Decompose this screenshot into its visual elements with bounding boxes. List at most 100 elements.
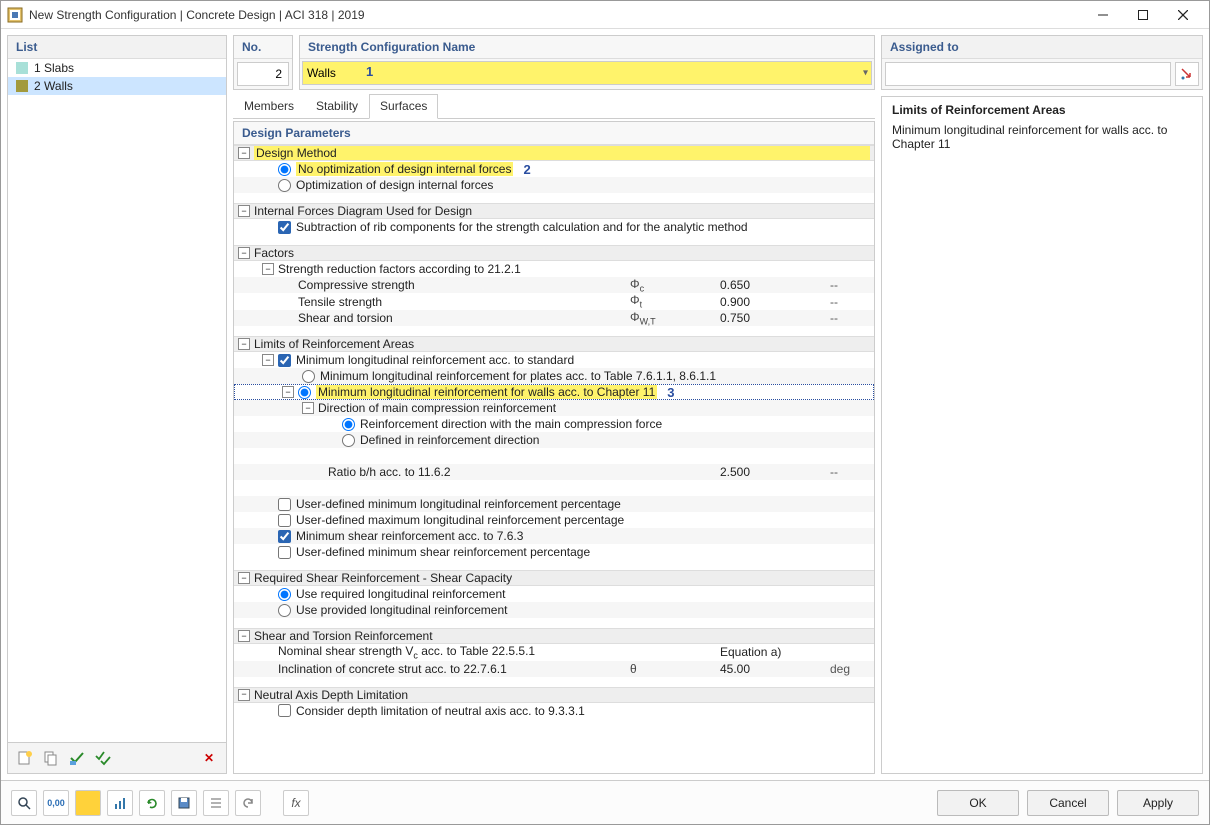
graph-icon[interactable] xyxy=(107,790,133,816)
shear-torsion-label: Shear and torsion xyxy=(298,311,630,325)
cancel-button[interactable]: Cancel xyxy=(1027,790,1109,816)
min-long-std-checkbox[interactable] xyxy=(278,354,291,367)
save-icon[interactable] xyxy=(171,790,197,816)
list-icon[interactable] xyxy=(203,790,229,816)
compressive-label: Compressive strength xyxy=(298,278,630,292)
use-required-radio[interactable] xyxy=(278,588,291,601)
shear-torsion-value[interactable]: 0.750 xyxy=(720,311,830,325)
info-desc: Minimum longitudinal reinforcement for w… xyxy=(892,123,1192,151)
use-provided-label: Use provided longitudinal reinforcement xyxy=(296,603,507,617)
search-icon[interactable] xyxy=(11,790,37,816)
use-provided-radio[interactable] xyxy=(278,604,291,617)
inclination-label: Inclination of concrete strut acc. to 22… xyxy=(278,662,630,676)
collapse-icon[interactable]: − xyxy=(262,263,274,275)
shear-torsion-symbol: ΦW,T xyxy=(630,310,720,326)
ratio-bh-value[interactable]: 2.500 xyxy=(720,465,830,479)
assign-pick-button[interactable] xyxy=(1175,62,1199,86)
delete-icon[interactable]: ✕ xyxy=(198,747,220,769)
units-icon[interactable]: 0,00 xyxy=(43,790,69,816)
apply-button[interactable]: Apply xyxy=(1117,790,1199,816)
window-title: New Strength Configuration | Concrete De… xyxy=(29,8,1083,22)
collapse-icon[interactable]: − xyxy=(238,147,250,159)
tab-members[interactable]: Members xyxy=(233,94,305,118)
tab-stability[interactable]: Stability xyxy=(305,94,369,118)
collapse-icon[interactable]: − xyxy=(238,630,250,642)
shear-capacity-header: Required Shear Reinforcement - Shear Cap… xyxy=(254,571,870,585)
tensile-label: Tensile strength xyxy=(298,295,630,309)
tabs: Members Stability Surfaces xyxy=(233,94,875,119)
ud-min-shear-checkbox[interactable] xyxy=(278,546,291,559)
check-one-icon[interactable] xyxy=(66,747,88,769)
info-title: Limits of Reinforcement Areas xyxy=(892,103,1192,117)
no-input[interactable] xyxy=(237,62,289,86)
tensile-symbol: Φt xyxy=(630,293,720,309)
list-item[interactable]: 2 Walls xyxy=(8,77,226,95)
min-long-walls-radio[interactable] xyxy=(298,386,311,399)
ud-min-shear-label: User-defined minimum shear reinforcement… xyxy=(296,545,590,559)
dir-defined-radio[interactable] xyxy=(342,434,355,447)
compressive-value[interactable]: 0.650 xyxy=(720,278,830,292)
internal-forces-header: Internal Forces Diagram Used for Design xyxy=(254,204,870,218)
no-optimization-radio[interactable] xyxy=(278,163,291,176)
new-icon[interactable] xyxy=(14,747,36,769)
min-shear-checkbox[interactable] xyxy=(278,530,291,543)
ud-min-long-checkbox[interactable] xyxy=(278,498,291,511)
collapse-icon[interactable]: − xyxy=(238,572,250,584)
inclination-value[interactable]: 45.00 xyxy=(720,662,830,676)
title-bar: New Strength Configuration | Concrete De… xyxy=(1,1,1209,29)
tab-surfaces[interactable]: Surfaces xyxy=(369,94,438,119)
no-optimization-label: No optimization of design internal force… xyxy=(298,162,511,176)
optimization-radio[interactable] xyxy=(278,179,291,192)
color-icon[interactable] xyxy=(75,790,101,816)
min-long-std-label: Minimum longitudinal reinforcement acc. … xyxy=(296,353,574,367)
check-all-icon[interactable] xyxy=(92,747,114,769)
design-method-header: Design Method xyxy=(254,146,870,160)
parameters-tree: Design Parameters − Design Method No opt… xyxy=(233,121,875,774)
list-item[interactable]: 1 Slabs xyxy=(8,59,226,77)
collapse-icon[interactable]: − xyxy=(238,247,250,259)
config-name-input[interactable] xyxy=(302,61,872,85)
collapse-icon[interactable]: − xyxy=(238,689,250,701)
color-swatch xyxy=(16,80,28,92)
ud-max-long-label: User-defined maximum longitudinal reinfo… xyxy=(296,513,624,527)
list-item-label: 2 Walls xyxy=(34,79,73,93)
list-item-label: 1 Slabs xyxy=(34,61,74,75)
left-toolbar: ✕ xyxy=(8,742,226,773)
shear-torsion-header: Shear and Torsion Reinforcement xyxy=(254,629,870,643)
minimize-button[interactable] xyxy=(1083,1,1123,29)
formula-icon[interactable]: fx xyxy=(283,790,309,816)
subtraction-rib-checkbox[interactable] xyxy=(278,221,291,234)
undo-icon[interactable] xyxy=(235,790,261,816)
compressive-symbol: Φc xyxy=(630,277,720,293)
collapse-icon[interactable]: − xyxy=(282,386,294,398)
collapse-icon[interactable]: − xyxy=(238,205,250,217)
collapse-icon[interactable]: − xyxy=(302,402,314,414)
assigned-to-input[interactable] xyxy=(885,62,1171,86)
min-long-walls-label: Minimum longitudinal reinforcement for w… xyxy=(318,385,655,399)
consider-depth-checkbox[interactable] xyxy=(278,704,291,717)
design-parameters-title: Design Parameters xyxy=(234,122,874,145)
min-long-plates-radio[interactable] xyxy=(302,370,315,383)
min-shear-label: Minimum shear reinforcement acc. to 7.6.… xyxy=(296,529,523,543)
copy-icon[interactable] xyxy=(40,747,62,769)
list-header: List xyxy=(8,36,226,59)
collapse-icon[interactable]: − xyxy=(262,354,274,366)
dir-compression-radio[interactable] xyxy=(342,418,355,431)
assigned-to-box: Assigned to xyxy=(881,35,1203,90)
left-panel: List 1 Slabs 2 Walls ✕ xyxy=(7,35,227,774)
dir-defined-label: Defined in reinforcement direction xyxy=(360,433,539,447)
maximize-button[interactable] xyxy=(1123,1,1163,29)
min-long-plates-label: Minimum longitudinal reinforcement for p… xyxy=(320,369,716,383)
subtraction-rib-label: Subtraction of rib components for the st… xyxy=(296,220,748,234)
inclination-symbol: θ xyxy=(630,662,720,676)
tensile-value[interactable]: 0.900 xyxy=(720,295,830,309)
nominal-shear-value[interactable]: Equation a) xyxy=(720,645,830,659)
refresh-icon[interactable] xyxy=(139,790,165,816)
collapse-icon[interactable]: − xyxy=(238,338,250,350)
ok-button[interactable]: OK xyxy=(937,790,1019,816)
config-list: 1 Slabs 2 Walls xyxy=(8,59,226,742)
dir-compression-label: Reinforcement direction with the main co… xyxy=(360,417,662,431)
ud-max-long-checkbox[interactable] xyxy=(278,514,291,527)
close-button[interactable] xyxy=(1163,1,1203,29)
consider-depth-label: Consider depth limitation of neutral axi… xyxy=(296,704,585,718)
